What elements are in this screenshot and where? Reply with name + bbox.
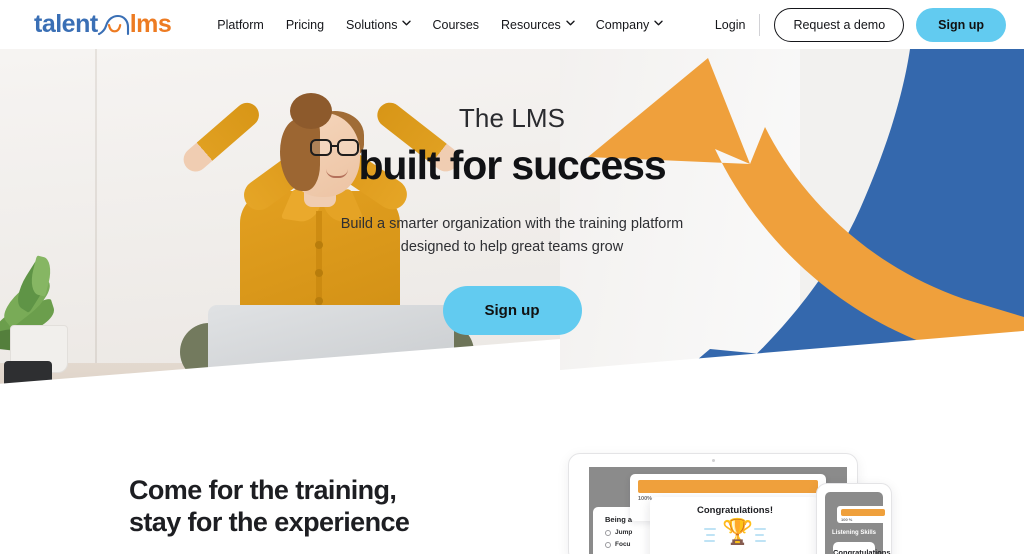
left-arm-raised xyxy=(178,97,264,177)
talentlms-logo[interactable]: talent lms xyxy=(34,10,172,39)
photo-wall-corner xyxy=(95,49,97,379)
page-root: talent lms Platform Pricing Solutions Co… xyxy=(0,0,1024,554)
features-heading-line1: Come for the training, xyxy=(129,475,397,505)
logo-text-lms: lms xyxy=(129,10,172,38)
hero-title: built for success xyxy=(358,142,666,188)
nav-item-pricing-label: Pricing xyxy=(285,17,325,32)
tablet-quiz-option-label: Focu xyxy=(615,541,631,548)
nav-item-solutions[interactable]: Solutions xyxy=(346,17,412,32)
request-demo-button[interactable]: Request a demo xyxy=(774,7,905,42)
features-heading-line2: stay for the experience xyxy=(129,506,410,537)
nav-item-pricing[interactable]: Pricing xyxy=(286,18,324,32)
nav-item-company-label: Company xyxy=(595,17,650,32)
nav-actions: Login Request a demo Sign up xyxy=(715,7,1006,42)
nav-item-resources[interactable]: Resources xyxy=(501,17,575,32)
phone-congratulations-card: Congratulations! 🏆 xyxy=(833,542,892,554)
nav-links: Platform Pricing Solutions Courses Resou… xyxy=(217,17,663,32)
features-section: Come for the training, stay for the expe… xyxy=(0,425,1024,554)
trophy-illustration: 🏆 xyxy=(704,520,766,554)
phone-mockup: 100 % Listening Skills Congratulations! … xyxy=(816,483,892,554)
progress-bar xyxy=(638,480,818,493)
cloud-smile-icon xyxy=(97,13,131,37)
nav-item-platform-label: Platform xyxy=(217,17,264,32)
congratulations-card: Congratulations! 🏆 xyxy=(650,497,820,554)
features-heading: Come for the training, stay for the expe… xyxy=(129,475,529,538)
phone-screen: 100 % Listening Skills Congratulations! … xyxy=(825,492,892,554)
phone-course-title: Listening Skills xyxy=(831,530,876,536)
radio-button-icon[interactable] xyxy=(605,541,611,548)
nav-item-courses[interactable]: Courses xyxy=(432,18,479,32)
trophy-icon: 🏆 xyxy=(722,518,754,546)
device-mockups: Listening Skills Being a Jump Focu xyxy=(568,453,908,554)
tablet-quiz-option-label: Jump xyxy=(615,529,633,536)
logo-text-talent: talent xyxy=(34,10,98,38)
tablet-quiz: Being a Jump Focu xyxy=(605,515,632,548)
nav-item-courses-label: Courses xyxy=(432,17,480,32)
tablet-quiz-question: Being a xyxy=(605,515,633,524)
nav-item-company[interactable]: Company xyxy=(596,18,663,32)
login-link[interactable]: Login xyxy=(715,18,760,32)
phone-progress-bar xyxy=(841,509,885,516)
chevron-down-icon xyxy=(566,20,575,28)
chevron-down-icon xyxy=(654,20,663,28)
phone-progress-value: 100 % xyxy=(841,517,853,522)
hero-subtitle-line2: designed to help great teams grow xyxy=(400,238,624,255)
features-copy: Come for the training, stay for the expe… xyxy=(129,475,529,554)
nav-item-platform[interactable]: Platform xyxy=(217,18,264,32)
nav-item-solutions-label: Solutions xyxy=(346,17,398,32)
tablet-quiz-option[interactable]: Focu xyxy=(605,541,632,548)
radio-button-icon[interactable] xyxy=(605,529,611,536)
tablet-camera-icon xyxy=(711,459,715,462)
phone-congratulations-title: Congratulations! xyxy=(833,548,892,554)
nav-item-resources-label: Resources xyxy=(501,17,561,32)
nav-divider xyxy=(759,13,761,36)
hero-subtitle-line1: Build a smarter organization with the tr… xyxy=(340,216,684,233)
chevron-down-icon xyxy=(402,20,412,28)
signup-button-nav[interactable]: Sign up xyxy=(916,7,1006,42)
hero-eyebrow: The LMS xyxy=(458,103,566,133)
hero-subtitle: Build a smarter organization with the tr… xyxy=(262,213,762,258)
congratulations-title: Congratulations! xyxy=(697,505,773,516)
tablet-quiz-option[interactable]: Jump xyxy=(605,529,632,536)
signup-button-hero[interactable]: Sign up xyxy=(442,285,582,335)
phone-progress-card: 100 % xyxy=(837,506,889,523)
top-navigation-bar: talent lms Platform Pricing Solutions Co… xyxy=(0,0,1024,49)
